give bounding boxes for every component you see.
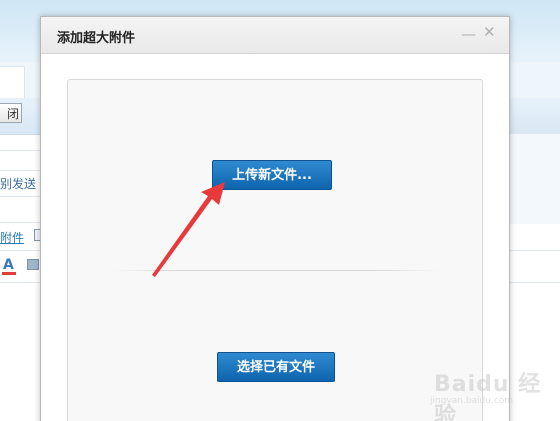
attachment-link[interactable]: 附件 <box>0 229 24 246</box>
background-color-icon[interactable] <box>27 259 39 270</box>
page-tab[interactable] <box>0 66 25 100</box>
dialog-header: 添加超大附件 — ✕ <box>41 17 509 54</box>
watermark-text: Baidu 经验 <box>434 372 542 421</box>
send-separately-label[interactable]: 别发送 <box>0 175 36 192</box>
watermark-url: jingyan.baidu.com <box>430 396 514 406</box>
dialog-title: 添加超大附件 <box>57 31 136 46</box>
upload-new-file-button[interactable]: 上传新文件... <box>212 160 332 190</box>
baidu-watermark: Baidu 经验 jingyan.baidu.com <box>424 360 554 421</box>
choose-existing-file-button[interactable]: 选择已有文件 <box>217 352 335 382</box>
minimize-icon[interactable]: — <box>461 25 476 43</box>
screen: 闭 别发送 附件 A 添加超大附件 — ✕ 上传新文件... 选择已有文件 Ba… <box>0 0 560 421</box>
page-right-panel <box>508 134 560 224</box>
close-icon[interactable]: ✕ <box>483 23 496 41</box>
font-color-bar <box>2 272 16 275</box>
page-close-button[interactable]: 闭 <box>0 103 22 123</box>
upload-panel: 上传新文件... 选择已有文件 <box>67 79 483 421</box>
panel-divider <box>112 270 440 271</box>
font-color-icon[interactable]: A <box>3 258 14 272</box>
